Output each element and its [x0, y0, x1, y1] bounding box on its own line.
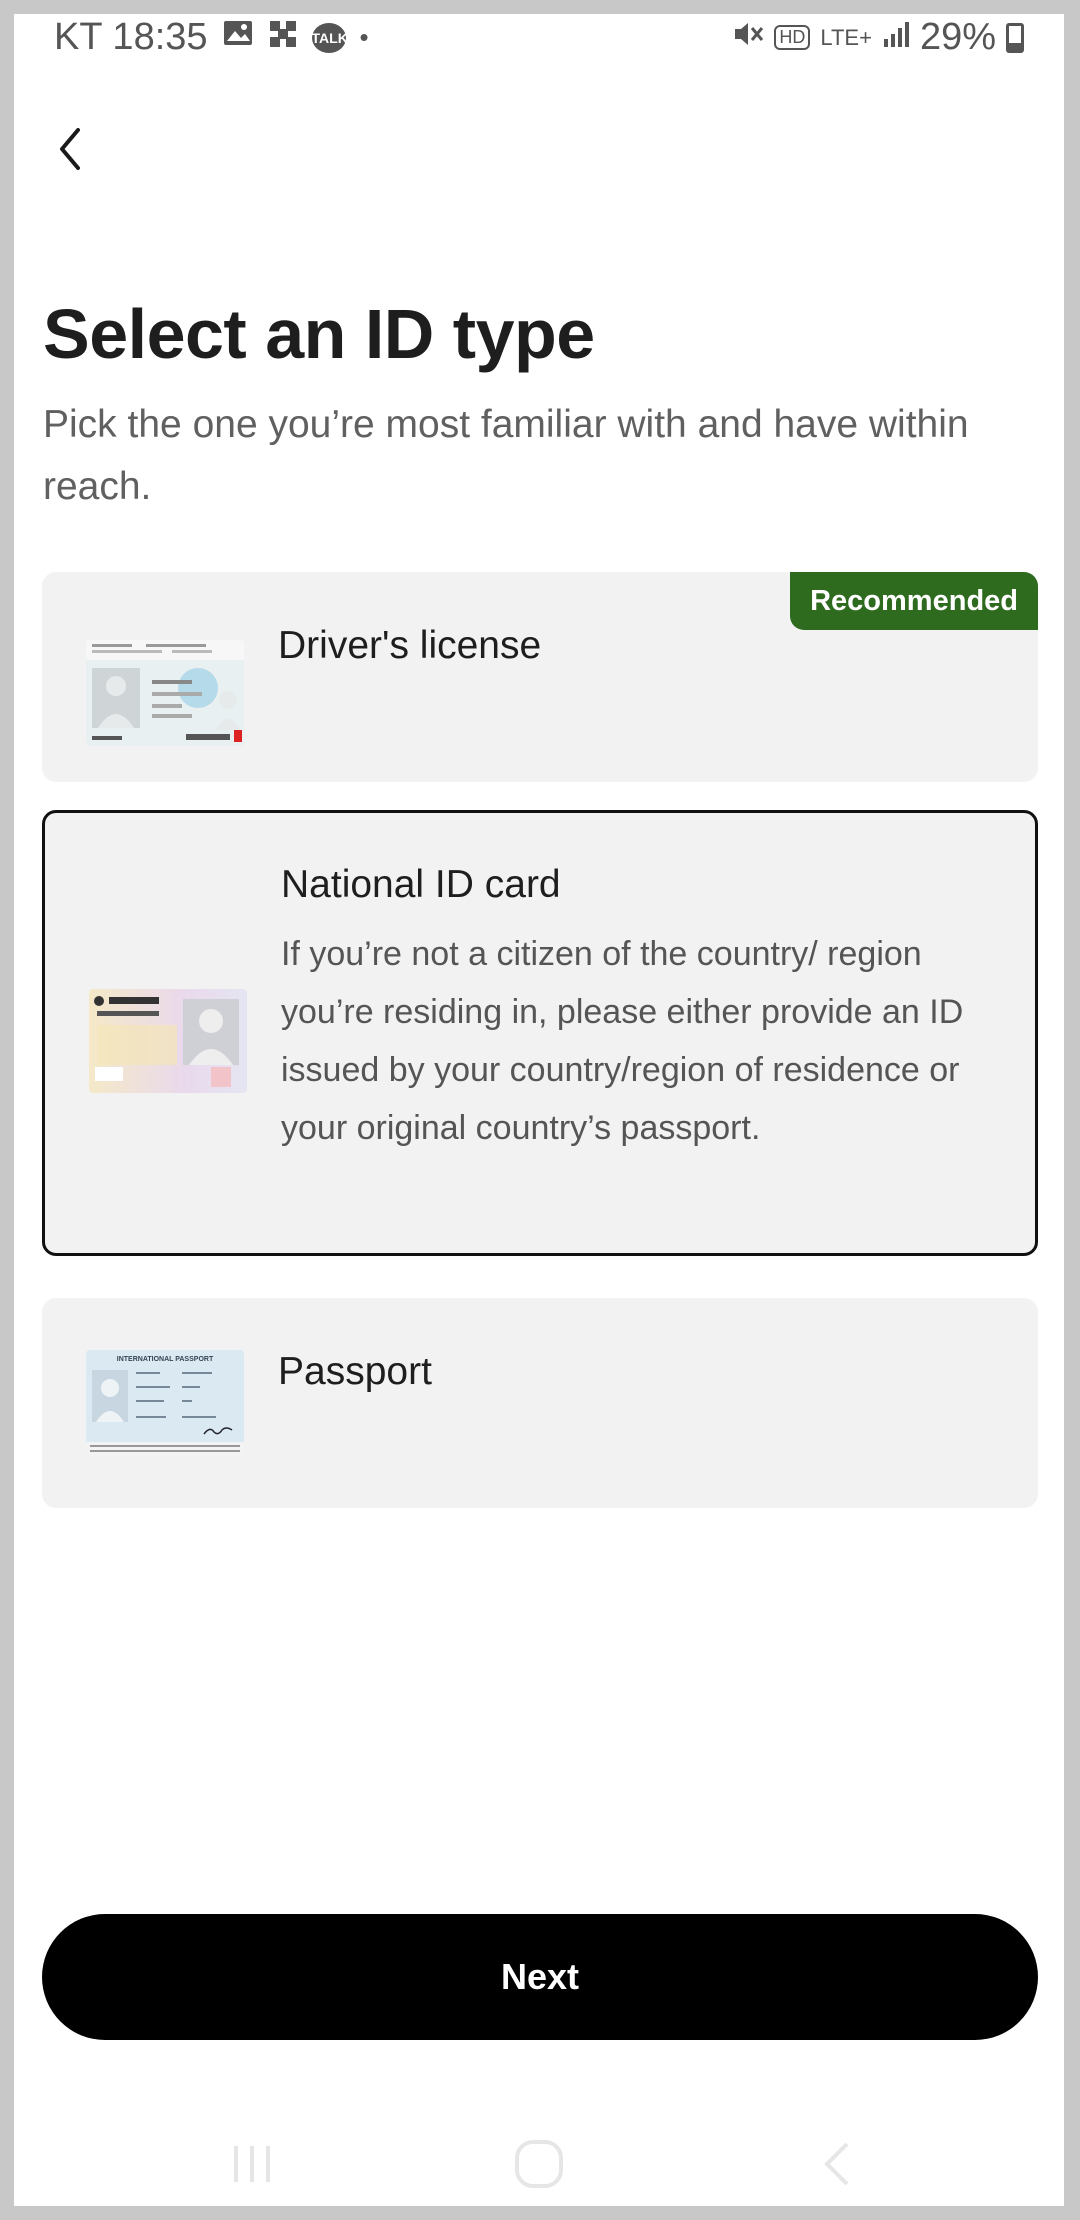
option-label: Passport [278, 1350, 432, 1393]
notification-dot: • [359, 22, 369, 52]
carrier-time: KT 18:35 [54, 16, 208, 58]
national-id-thumbnail [89, 989, 247, 1093]
battery-icon [1006, 22, 1024, 53]
battery-fill [1009, 42, 1021, 50]
page-title: Select an ID type [43, 295, 595, 373]
signal-icon [882, 16, 910, 59]
gallery-icon [222, 16, 254, 59]
option-passport[interactable]: INTERNATIONAL PASSPORT Passport [42, 1298, 1038, 1508]
next-button[interactable]: Next [42, 1914, 1038, 2040]
status-right: HD LTE+ 29% [732, 16, 1024, 59]
back-button[interactable] [42, 114, 102, 184]
status-bar: KT 18:35 TALK • HD LTE+ 29% [14, 14, 1064, 74]
recents-icon [234, 2146, 270, 2182]
chevron-left-icon [60, 128, 80, 170]
hd-indicator: HD [774, 25, 811, 50]
option-label: National ID card [281, 863, 561, 906]
option-label: Driver's license [278, 624, 542, 667]
mute-icon [732, 16, 764, 59]
grid-app-icon [268, 16, 298, 59]
passport-thumb-title: INTERNATIONAL PASSPORT [117, 1356, 214, 1363]
battery-percent: 29% [919, 16, 996, 58]
home-button[interactable] [509, 2134, 569, 2194]
status-left: KT 18:35 TALK • [54, 16, 369, 59]
recommended-badge: Recommended [790, 572, 1038, 630]
option-drivers-license[interactable]: Driver's license Recommended [42, 572, 1038, 782]
screen: KT 18:35 TALK • HD LTE+ 29% Select an ID… [14, 14, 1064, 2206]
page-subtitle: Pick the one you’re most familiar with a… [43, 403, 969, 508]
back-icon [824, 2142, 849, 2186]
home-icon [515, 2140, 563, 2188]
system-nav-bar [14, 2124, 1064, 2206]
recents-button[interactable] [224, 2134, 284, 2194]
nav-back-button[interactable] [809, 2134, 869, 2194]
kakaotalk-icon: TALK [311, 22, 348, 53]
passport-thumbnail: INTERNATIONAL PASSPORT [86, 1350, 244, 1456]
option-description: If you’re not a citizen of the country/ … [281, 935, 964, 1147]
option-national-id-card[interactable]: National ID card If you’re not a citizen… [42, 810, 1038, 1256]
drivers-license-thumbnail [86, 640, 244, 746]
lte-indicator: LTE+ [820, 24, 872, 50]
